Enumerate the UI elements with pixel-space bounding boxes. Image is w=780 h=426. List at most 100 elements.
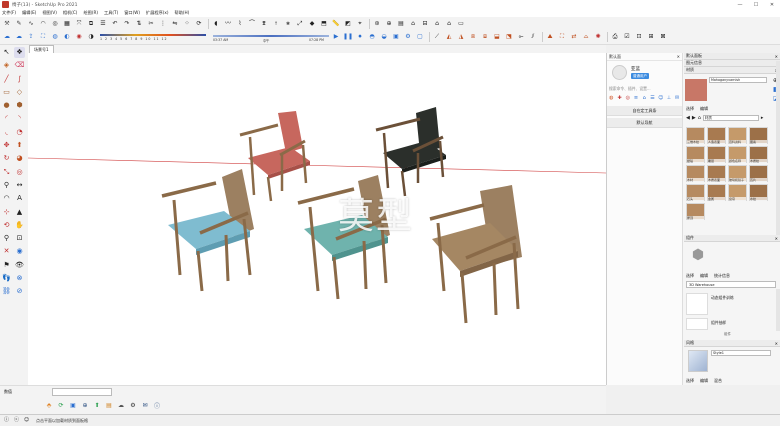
menu-view[interactable]: 视图(V) [42,10,57,16]
weld-icon[interactable]: ⨳ [283,19,293,29]
fill-icon[interactable]: ◩ [343,19,353,29]
position-camera-icon[interactable]: ◉ [74,32,84,42]
component-thumb[interactable] [686,318,708,330]
menu-help[interactable]: 帮助(H) [175,10,190,16]
follow-me-tool-icon[interactable]: ◕ [14,153,25,164]
section-plane-icon[interactable]: ⊗ [14,273,25,284]
components-header[interactable]: 组件 ✕ [684,235,780,242]
material-folder[interactable]: 木质纹 [749,146,768,163]
entity-info-header[interactable]: 图元信息 [684,60,780,67]
smoove-icon[interactable]: ⊘ [14,286,25,297]
scissors-icon[interactable]: ✂ [146,19,156,29]
print-icon[interactable]: ⎙ [610,32,620,42]
help-icon[interactable]: ⓘ [3,417,10,424]
cloud-drive-icon[interactable]: ☁ [116,401,126,411]
warehouse-search-input[interactable]: 3D Warehouse [686,281,776,288]
tray-scrollbar[interactable] [776,61,780,235]
close-icon[interactable]: ✕ [775,54,778,59]
list-icon[interactable]: ☰ [649,95,656,102]
orbit-tool-icon[interactable]: ⟲ [1,220,12,231]
loft-icon[interactable]: ⩩ [259,19,269,29]
close-button[interactable]: ✕ [764,2,780,8]
shadow-time-slider[interactable]: 03:37 AM 中午 07:28 PM [211,32,331,43]
pan-icon[interactable]: ✋ [14,220,25,231]
walk-icon[interactable]: ◐ [62,32,72,42]
mail-icon[interactable]: ✉ [674,95,681,102]
menu-edit[interactable]: 编辑(E) [22,10,36,16]
flip-icon[interactable]: ⇄ [569,32,579,42]
default-navigation-button[interactable]: 默认导航 [607,118,682,128]
material-folder[interactable]: 木质表面 [707,165,726,182]
shadow-month-slider[interactable]: 1 2 3 4 5 6 7 8 9 10 11 12 [98,32,208,42]
line-tool-icon[interactable]: ╱ [1,74,12,85]
material-folder[interactable]: 图案 [749,127,768,144]
protractor-icon[interactable]: ◠ [1,193,12,204]
forward-icon[interactable]: ▶ [692,115,696,121]
tape-icon[interactable]: ⟜ [516,32,526,42]
material-folder[interactable]: 百科资料 [728,127,747,144]
record-icon[interactable]: ⏺ [355,32,365,42]
maximize-button[interactable]: ☐ [748,2,764,8]
send-icon[interactable]: ⊠ [658,32,668,42]
settings-cog-icon[interactable]: ⚙ [403,32,413,42]
pie-icon[interactable]: ◔ [14,127,25,138]
curve-icon[interactable]: ↶ [110,19,120,29]
dimension-icon[interactable]: ↔ [14,180,25,191]
follow-me-icon[interactable]: ◮ [456,32,466,42]
make-component-icon[interactable]: ❖ [14,47,25,58]
solid-subtract-icon[interactable]: ⬔ [504,32,514,42]
extrude-icon[interactable]: ⬒ [319,19,329,29]
shadow-toggle-icon[interactable]: ◑ [86,32,96,42]
library-select[interactable]: 材质 [702,115,759,121]
bezier-icon[interactable]: ⌒ [247,19,257,29]
curve-alt-icon[interactable]: ↷ [122,19,132,29]
menu-camera[interactable]: 相机(C) [63,10,78,16]
layers-icon[interactable]: ≡ [633,95,640,102]
ruler-icon[interactable]: 📏 [331,19,341,29]
cloud-icon[interactable]: ☁ [2,32,12,42]
material-folder[interactable]: 屋顶 [686,203,705,220]
pause-icon[interactable]: ❚❚ [343,32,353,42]
tab-components-select[interactable]: 选择 [686,273,694,279]
sort-icon[interactable]: ⇅ [134,19,144,29]
save-icon[interactable]: ⊡ [634,32,644,42]
component-thumb[interactable] [686,293,708,315]
measurements-input[interactable] [52,388,112,396]
arc-tool-icon[interactable]: ◜ [1,113,12,124]
bag-icon[interactable]: ⌂ [641,95,648,102]
material-folder[interactable]: 壁毯 [686,146,705,163]
material-folder[interactable]: 颜色名称 [728,146,747,163]
layout-icon[interactable]: ▭ [456,19,466,29]
pencil-icon[interactable]: ✎ [14,19,24,29]
tab-components-edit[interactable]: 编辑 [700,273,708,279]
material-folder[interactable]: 石头 [686,184,705,201]
tab-select[interactable]: 选择 [686,106,694,112]
two-point-arc-icon[interactable]: ◝ [14,113,25,124]
styles-header[interactable]: 风格 ✕ [684,340,780,347]
folder-sync-icon[interactable]: ⬘ [44,401,54,411]
command-search-input[interactable]: 搜索命令、插件、设置... [609,86,681,92]
upload-icon[interactable]: ⬆ [92,401,102,411]
menu-draw[interactable]: 绘图(R) [83,10,98,16]
home-library-icon[interactable]: ⌂ [698,115,701,121]
menu-file[interactable]: 文件(F) [2,10,16,16]
sandbox-tool-icon[interactable]: ⛓ [1,286,12,297]
tab-styles-select[interactable]: 选择 [686,378,694,384]
hammer-icon[interactable]: ⚒ [2,19,12,29]
offset-icon[interactable]: ⧈ [468,32,478,42]
material-folder[interactable]: 金属 [707,184,726,201]
text-tool-icon[interactable]: ⫽ [528,32,538,42]
close-icon[interactable]: ✕ [775,341,778,346]
three-point-arc-icon[interactable]: ◟ [1,127,12,138]
wave-line-icon[interactable]: 〰 [223,19,233,29]
look-around-icon[interactable]: 👁 [14,260,25,271]
mail-icon[interactable]: ✉ [140,401,150,411]
user-icon[interactable]: ☺ [657,95,664,102]
tab-styles-mix[interactable]: 混合 [714,378,722,384]
material-folder[interactable]: 木材 [686,165,705,182]
grid-icon[interactable]: ▦ [62,19,72,29]
book-icon[interactable]: ▤ [104,401,114,411]
zoom-extents-tool-icon[interactable]: ✕ [1,246,12,257]
tab-components-stats[interactable]: 统计信息 [714,273,730,279]
monitor-icon[interactable]: ▣ [68,401,78,411]
